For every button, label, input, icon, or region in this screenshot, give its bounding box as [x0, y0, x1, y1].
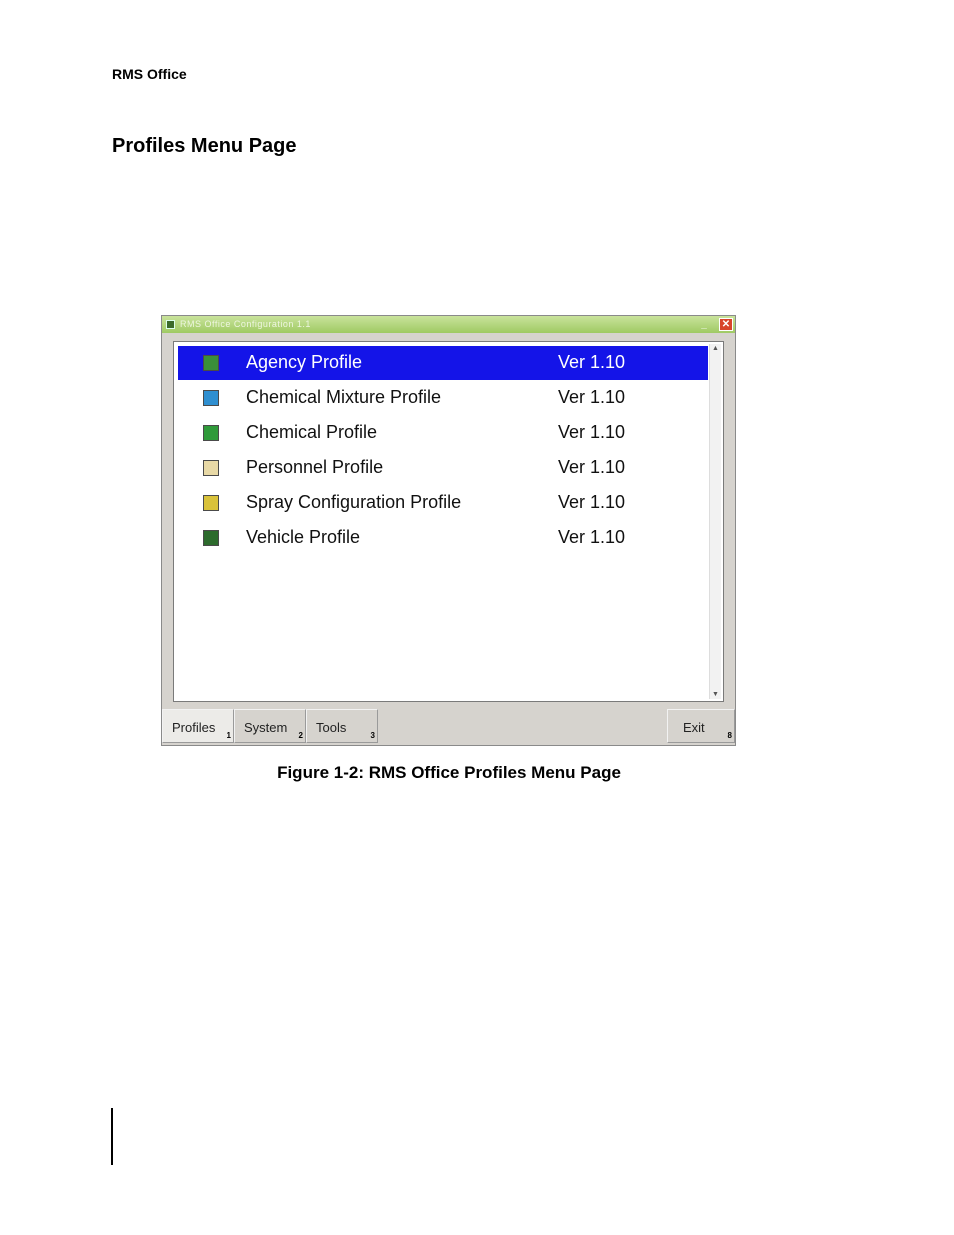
agency-profile-icon — [203, 355, 219, 371]
profile-version: Ver 1.10 — [558, 387, 626, 407]
profile-version: Ver 1.10 — [558, 352, 626, 372]
tab-tools[interactable]: Tools 3 — [306, 709, 378, 743]
close-button[interactable]: ✕ — [719, 318, 733, 331]
list-item-personnel-profile[interactable]: Personnel Profile Ver 1.10 — [178, 451, 708, 485]
margin-rule — [111, 1108, 113, 1165]
vertical-scrollbar[interactable]: ▲ ▼ — [709, 344, 721, 699]
profile-label: Vehicle Profile — [246, 527, 361, 547]
profile-label: Chemical Mixture Profile — [246, 387, 442, 407]
list-item-chemical-profile[interactable]: Chemical Profile Ver 1.10 — [178, 416, 708, 450]
section-title: Profiles Menu Page — [112, 135, 297, 157]
app-icon — [166, 320, 175, 329]
spray-configuration-icon — [203, 495, 219, 511]
profile-label: Spray Configuration Profile — [246, 492, 462, 512]
profile-label: Personnel Profile — [246, 457, 384, 477]
list-item-agency-profile[interactable]: Agency Profile Ver 1.10 — [178, 346, 708, 380]
tab-profiles[interactable]: Profiles 1 — [162, 709, 234, 743]
tab-label: Tools — [316, 720, 347, 735]
tab-label: Exit — [683, 720, 705, 735]
list-item-vehicle-profile[interactable]: Vehicle Profile Ver 1.10 — [178, 521, 708, 555]
list-item-chemical-mixture-profile[interactable]: Chemical Mixture Profile Ver 1.10 — [178, 381, 708, 415]
tab-shortcut: 1 — [226, 731, 231, 740]
tab-shortcut: 3 — [370, 731, 375, 740]
personnel-icon — [203, 460, 219, 476]
list-item-spray-configuration-profile[interactable]: Spray Configuration Profile Ver 1.10 — [178, 486, 708, 520]
chemical-mixture-icon — [203, 390, 219, 406]
app-window: RMS Office Configuration 1.1 _ ✕ Agency … — [161, 315, 736, 746]
profile-version: Ver 1.10 — [558, 527, 626, 547]
tab-shortcut: 2 — [298, 731, 303, 740]
tab-shortcut: 8 — [727, 731, 732, 740]
profile-version: Ver 1.10 — [558, 457, 626, 477]
profiles-list: Agency Profile Ver 1.10 Chemical Mixture… — [173, 341, 724, 702]
minimize-button[interactable]: _ — [697, 319, 711, 331]
tab-label: Profiles — [172, 720, 216, 735]
profile-version: Ver 1.10 — [558, 492, 626, 512]
tab-label: System — [244, 720, 288, 735]
scroll-up-icon[interactable]: ▲ — [711, 344, 720, 353]
scroll-down-icon[interactable]: ▼ — [711, 690, 720, 699]
chemical-icon — [203, 425, 219, 441]
vehicle-icon — [203, 530, 219, 546]
figure-caption: Figure 1-2: RMS Office Profiles Menu Pag… — [277, 763, 621, 782]
bottom-tab-bar: Profiles 1 System 2 Tools 3 Exit 8 — [162, 709, 735, 745]
profile-label: Agency Profile — [246, 352, 363, 372]
running-header: RMS Office — [112, 66, 187, 82]
exit-button[interactable]: Exit 8 — [667, 709, 735, 743]
window-title: RMS Office Configuration 1.1 — [180, 319, 311, 329]
profile-label: Chemical Profile — [246, 422, 378, 442]
tab-system[interactable]: System 2 — [234, 709, 306, 743]
title-bar[interactable]: RMS Office Configuration 1.1 _ ✕ — [162, 316, 735, 333]
profile-version: Ver 1.10 — [558, 422, 626, 442]
